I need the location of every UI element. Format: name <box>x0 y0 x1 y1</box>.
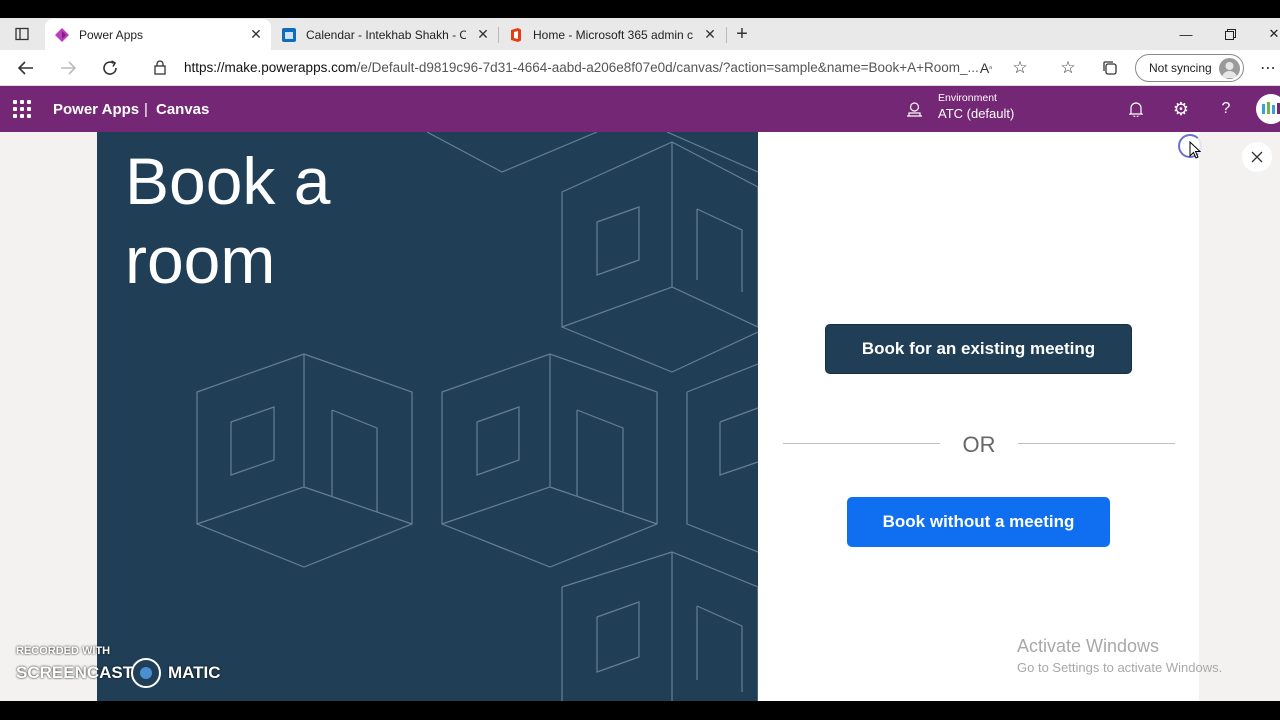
close-tab-icon[interactable]: ✕ <box>476 27 490 41</box>
mouse-cursor-icon <box>1189 140 1202 164</box>
app-title: Book a room <box>125 144 331 297</box>
settings-gear-icon[interactable]: ⚙ <box>1171 99 1191 119</box>
or-separator-text: OR <box>962 432 996 457</box>
hero-panel: Book a room <box>97 132 758 701</box>
close-window-icon[interactable]: ✕ <box>1252 18 1280 50</box>
browser-tab-strip: Power Apps ✕ Calendar - Intekhab Shakh -… <box>0 18 1280 50</box>
tab-title: Home - Microsoft 365 admin center <box>533 27 693 42</box>
environment-value[interactable]: ATC (default) <box>938 106 1014 121</box>
help-question-icon[interactable]: ? <box>1216 99 1236 119</box>
book-without-meeting-button[interactable]: Book without a meeting <box>847 497 1110 547</box>
booking-options-panel: Book for an existing meeting OR Book wit… <box>758 132 1199 701</box>
powerapps-header: Power Apps | Canvas Environment ATC (def… <box>0 86 1280 132</box>
app-mode: Canvas <box>156 101 210 118</box>
app-name[interactable]: Power Apps <box>53 101 139 118</box>
activate-windows-title: Activate Windows <box>1017 636 1160 656</box>
notifications-bell-icon[interactable] <box>1126 99 1146 119</box>
close-tab-icon[interactable]: ✕ <box>703 27 717 41</box>
user-avatar[interactable] <box>1256 94 1280 124</box>
new-tab-plus-icon[interactable]: + <box>728 20 756 48</box>
screencast-watermark: RECORDED WITH SCREENCAST MATIC <box>16 645 221 688</box>
app-launcher-icon[interactable] <box>13 100 31 118</box>
close-dialog-icon[interactable] <box>1242 142 1272 172</box>
lock-icon[interactable] <box>154 60 166 80</box>
header-separator: | <box>144 101 148 118</box>
favorites-icon[interactable]: ☆ <box>1054 54 1082 82</box>
profile-sync-button[interactable]: Not syncing <box>1135 54 1244 82</box>
address-bar[interactable]: https://make.powerapps.com/e/Default-d98… <box>140 53 1042 83</box>
screen: Power Apps ✕ Calendar - Intekhab Shakh -… <box>0 0 1280 720</box>
office-icon <box>509 27 523 42</box>
tab-actions-icon[interactable] <box>8 20 36 48</box>
watermark-screencast: SCREENCAST <box>16 663 134 682</box>
tab-power-apps[interactable]: Power Apps ✕ <box>45 19 271 50</box>
sync-label: Not syncing <box>1149 61 1212 75</box>
minimize-icon[interactable]: — <box>1164 18 1208 50</box>
watermark-line1: RECORDED WITH <box>16 645 111 657</box>
refresh-icon[interactable] <box>96 54 124 82</box>
tab-outlook-calendar[interactable]: Calendar - Intekhab Shakh - Outlook ✕ <box>272 19 498 50</box>
browser-toolbar: https://make.powerapps.com/e/Default-d98… <box>0 50 1280 86</box>
url-text: https://make.powerapps.com/e/Default-d98… <box>184 60 979 75</box>
restore-icon[interactable] <box>1208 18 1252 50</box>
add-favorite-icon[interactable]: ☆ <box>1006 54 1034 82</box>
tab-title: Power Apps <box>79 27 144 42</box>
canvas-workspace: Book a room Book for an existing meeting… <box>0 132 1280 701</box>
tab-m365-admin[interactable]: Home - Microsoft 365 admin center ✕ <box>499 19 725 50</box>
powerapps-icon <box>55 27 69 42</box>
back-arrow-icon[interactable] <box>12 54 40 82</box>
collections-icon[interactable] <box>1096 54 1124 82</box>
watermark-logo-icon <box>131 658 161 688</box>
divider-line <box>783 443 940 444</box>
outlook-icon <box>282 27 296 42</box>
tab-title: Calendar - Intekhab Shakh - Outlook <box>306 27 466 42</box>
profile-avatar-icon <box>1219 58 1240 79</box>
divider-line <box>1018 443 1175 444</box>
close-tab-icon[interactable]: ✕ <box>249 27 263 41</box>
activate-windows-subtitle: Go to Settings to activate Windows. <box>1017 660 1223 675</box>
environment-icon[interactable] <box>906 101 923 118</box>
more-menu-icon[interactable]: ⋯ <box>1254 54 1280 82</box>
environment-label: Environment <box>938 92 997 104</box>
book-existing-meeting-button[interactable]: Book for an existing meeting <box>825 324 1132 374</box>
watermark-matic: MATIC <box>168 663 221 682</box>
tab-divider <box>726 27 727 43</box>
forward-arrow-icon <box>54 54 82 82</box>
read-aloud-icon[interactable]: Aⁿ <box>972 54 1000 82</box>
